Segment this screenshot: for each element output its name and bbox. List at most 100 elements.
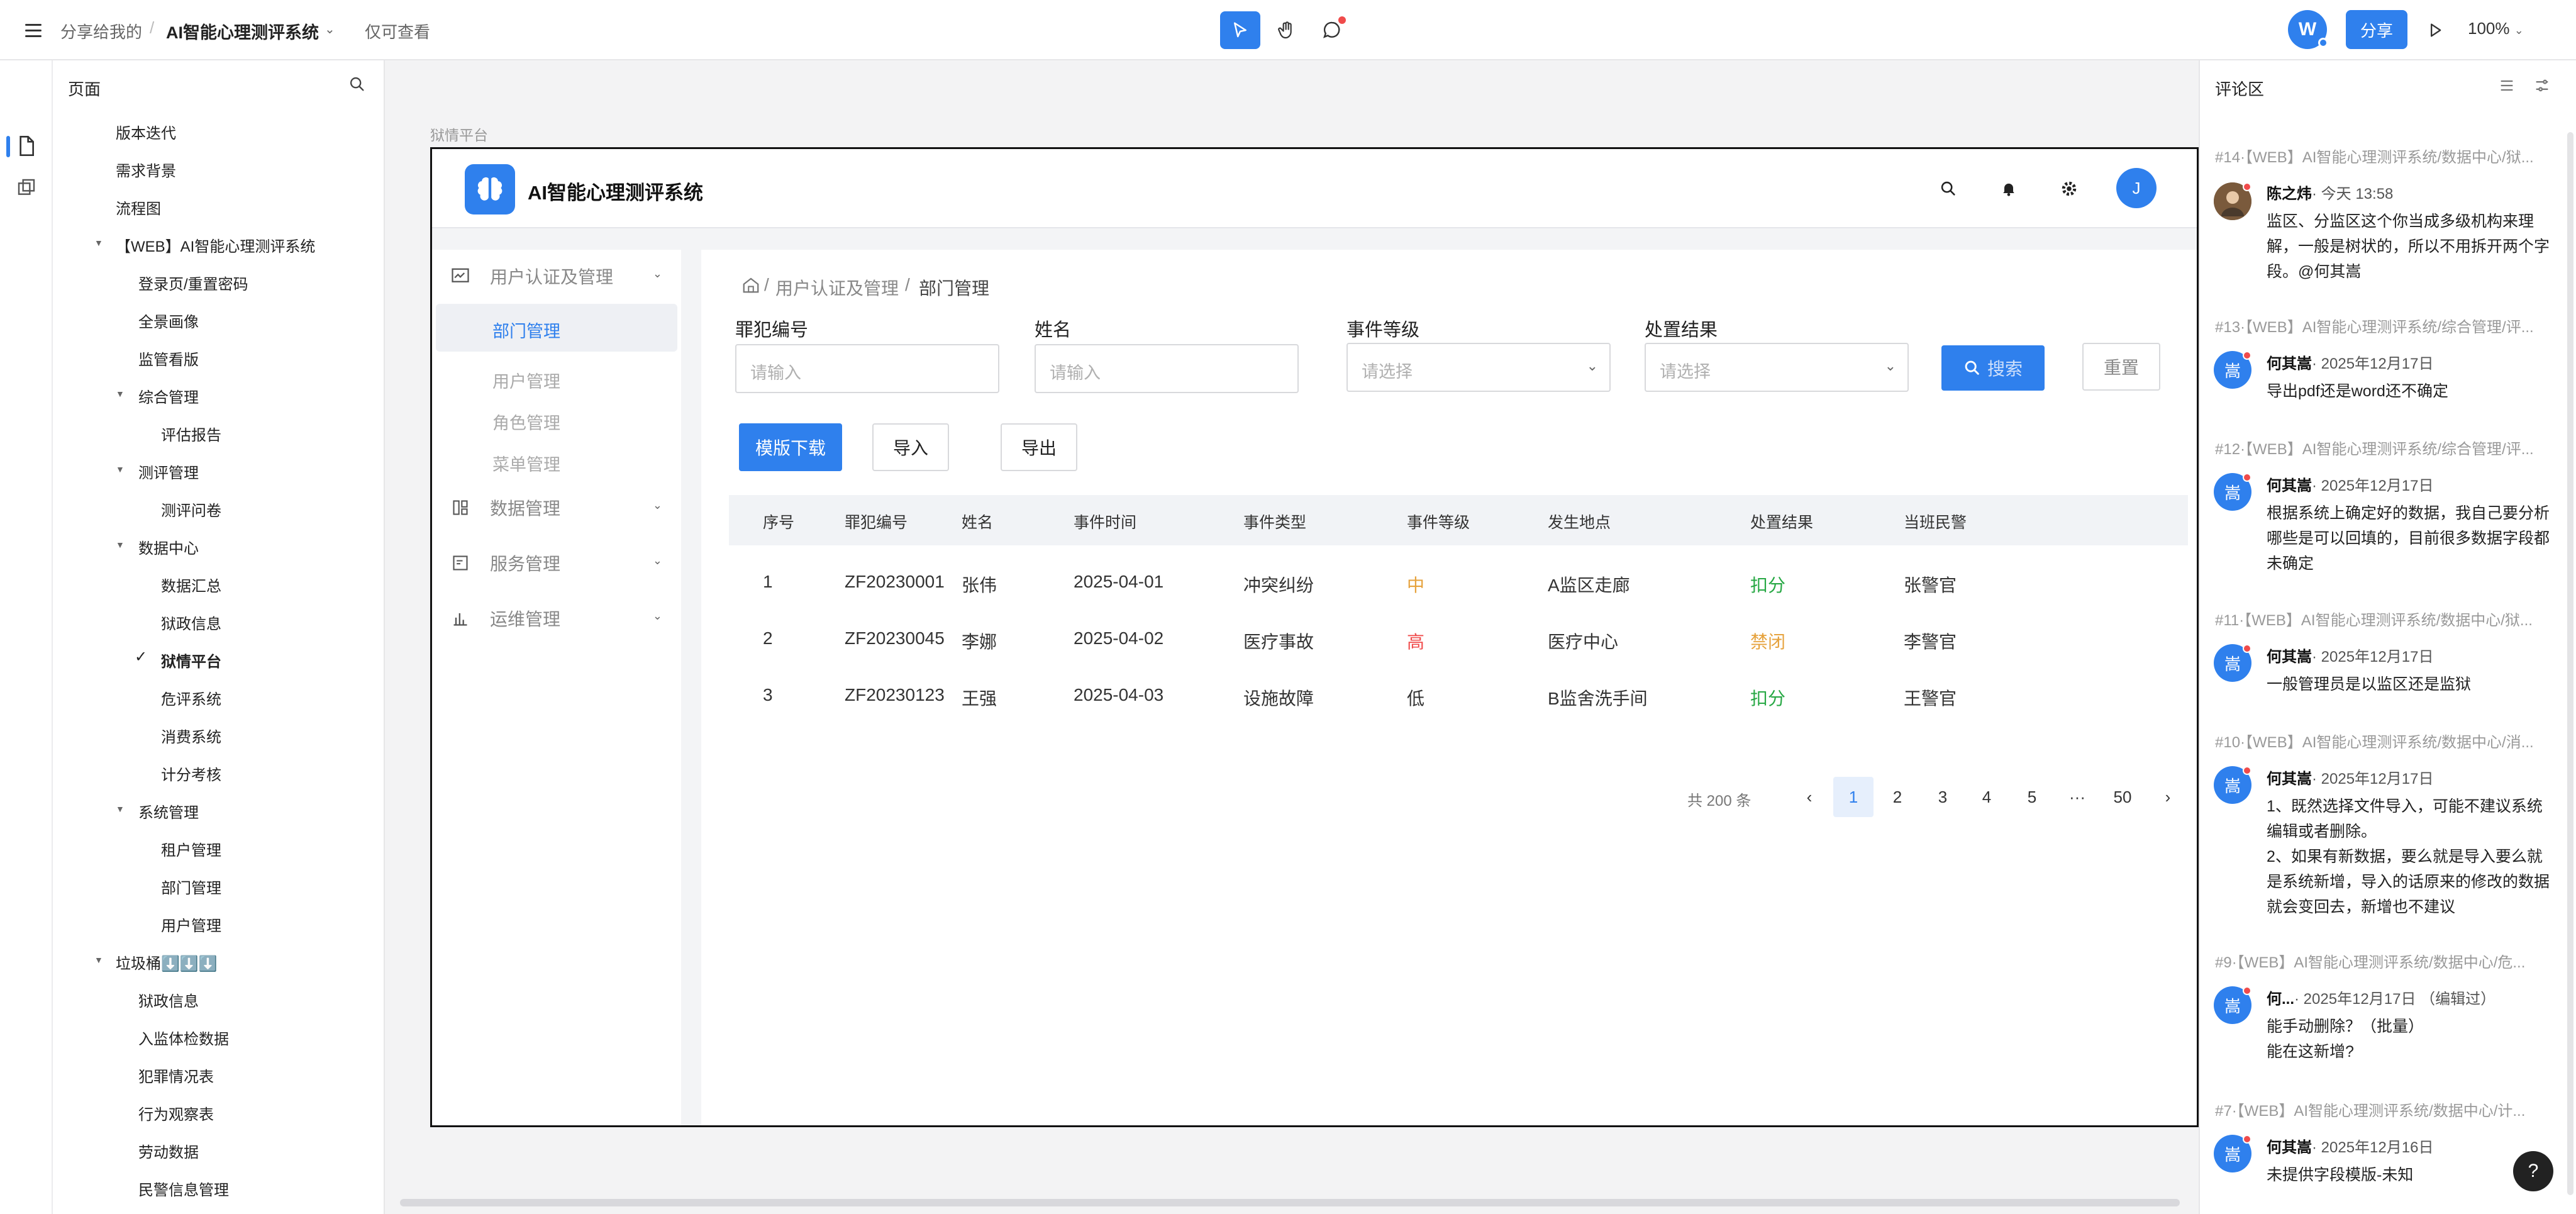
layers-icon[interactable] [16,177,36,201]
page-item[interactable]: 租户管理 [161,838,221,860]
play-icon[interactable] [2421,16,2449,44]
vertical-scrollbar[interactable] [2567,132,2573,1195]
caret-down-icon[interactable]: ▼ [116,389,125,399]
prisoner-id-input[interactable]: 请输入 [735,344,999,393]
search-button[interactable]: 搜索 [1941,345,2045,391]
pages-panel-title: 页面 [68,80,101,99]
comment-reference[interactable]: #11·【WEB】AI智能心理测评系统/数据中心/狱... [2215,608,2555,630]
menu-group-service[interactable]: 服务管理 [450,550,560,576]
home-icon[interactable] [741,276,760,297]
page-item[interactable]: 需求背景 [116,159,176,181]
caret-down-icon[interactable]: ▼ [116,540,125,550]
pagination-page[interactable]: 4 [1967,777,2007,817]
share-button[interactable]: 分享 [2346,10,2407,49]
horizontal-scrollbar[interactable] [400,1199,2180,1206]
app-title: AI智能心理测评系统 [528,182,703,204]
search-icon[interactable] [348,75,366,96]
pagination-page[interactable]: 2 [1877,777,1918,817]
pagination-page[interactable]: 50 [2102,777,2143,817]
pagination-next[interactable]: › [2148,777,2188,817]
menu-group-data[interactable]: 数据管理 [450,495,560,520]
page-icon[interactable] [16,135,36,160]
page-item[interactable]: 版本迭代 [116,121,176,143]
bell-icon[interactable] [1996,175,2022,202]
page-item[interactable]: 综合管理 [138,385,199,407]
page-item[interactable]: 危评系统 [161,687,221,709]
page-item[interactable]: 评估报告 [161,423,221,445]
hand-tool-button[interactable] [1267,11,1307,49]
page-item[interactable]: 民警信息管理 [138,1178,229,1200]
caret-down-icon[interactable]: ▼ [116,464,125,474]
caret-down-icon[interactable]: ▼ [116,804,125,814]
comment-reference[interactable]: #13·【WEB】AI智能心理测评系统/综合管理/评... [2215,315,2555,337]
user-avatar[interactable]: J [2116,168,2157,208]
page-item[interactable]: 狱政信息 [161,611,221,633]
event-level-select[interactable]: 请选择 ⌄ [1346,343,1611,392]
pagination-page[interactable]: 3 [1923,777,1963,817]
project-title[interactable]: AI智能心理测评系统 [166,19,319,43]
chevron-down-icon[interactable]: ⌄ [653,499,662,512]
breadcrumb-item[interactable]: 用户认证及管理 [775,275,899,300]
page-item[interactable]: 计分考核 [161,762,221,784]
page-item[interactable]: 消费系统 [161,725,221,747]
page-item[interactable]: 全景画像 [138,309,199,331]
chevron-down-icon[interactable]: ⌄ [653,554,662,567]
chevron-down-icon[interactable]: ⌄ [653,610,662,623]
caret-down-icon[interactable]: ▼ [94,238,103,248]
menu-item-menu[interactable]: 菜单管理 [492,451,560,476]
menu-icon[interactable] [23,19,45,42]
pagination-page[interactable]: 5 [2012,777,2052,817]
help-button[interactable]: ? [2513,1151,2553,1191]
zoom-level[interactable]: 100% ⌄ [2468,19,2524,38]
menu-group-auth[interactable]: 用户认证及管理 [450,264,613,289]
page-item[interactable]: 垃圾桶⬇️⬇️⬇️ [116,951,218,973]
menu-item-user[interactable]: 用户管理 [492,368,560,393]
comment-reference[interactable]: #7·【WEB】AI智能心理测评系统/数据中心/计... [2215,1098,2555,1120]
menu-item-role[interactable]: 角色管理 [492,409,560,434]
comment-reference[interactable]: #10·【WEB】AI智能心理测评系统/数据中心/消... [2215,730,2555,752]
list-icon[interactable] [2498,77,2516,97]
page-item[interactable]: 流程图 [116,196,161,218]
breadcrumb-shared[interactable]: 分享给我的 [60,19,142,43]
pagination-ellipsis[interactable]: ··· [2057,777,2097,817]
user-avatar[interactable]: W [2288,10,2328,49]
pagination-prev[interactable]: ‹ [1789,777,1829,817]
reset-button[interactable]: 重置 [2082,343,2160,391]
menu-group-ops[interactable]: 运维管理 [450,606,560,631]
chevron-down-icon[interactable]: ⌄ [325,21,335,37]
comment-tool-button[interactable] [1312,11,1352,49]
page-item[interactable]: 登录页/重置密码 [138,272,248,294]
page-item[interactable]: 【WEB】AI智能心理测评系统 [116,234,315,256]
page-item[interactable]: 狱政信息 [138,989,199,1011]
page-item[interactable]: 劳动数据 [138,1140,199,1162]
page-item-active[interactable]: 狱情平台 [161,649,221,671]
page-item[interactable]: 测评管理 [138,460,199,482]
search-icon[interactable] [1935,175,1962,202]
page-item[interactable]: 数据汇总 [161,574,221,596]
import-button[interactable]: 导入 [872,423,949,471]
filter-icon[interactable] [2533,77,2551,97]
page-item[interactable]: 系统管理 [138,800,199,822]
page-item[interactable]: 监管看版 [138,347,199,369]
comment-reference[interactable]: #14·【WEB】AI智能心理测评系统/数据中心/狱... [2215,145,2555,167]
comment-reference[interactable]: #9·【WEB】AI智能心理测评系统/数据中心/危... [2215,950,2555,972]
export-button[interactable]: 导出 [1001,423,1077,471]
frame-label[interactable]: 狱情平台 [430,123,488,145]
gear-icon[interactable] [2056,175,2082,202]
page-item[interactable]: 测评问卷 [161,498,221,520]
page-item[interactable]: 用户管理 [161,913,221,935]
template-download-button[interactable]: 模版下载 [739,423,842,471]
pagination-page[interactable]: 1 [1833,777,1874,817]
page-item[interactable]: 犯罪情况表 [138,1064,214,1086]
chevron-down-icon[interactable]: ⌄ [653,267,662,281]
comment-reference[interactable]: #12·【WEB】AI智能心理测评系统/综合管理/评... [2215,437,2555,459]
menu-item-dept[interactable]: 部门管理 [492,318,560,342]
page-item[interactable]: 数据中心 [138,536,199,558]
page-item[interactable]: 行为观察表 [138,1102,214,1124]
page-item[interactable]: 入监体检数据 [138,1027,229,1049]
page-item[interactable]: 部门管理 [161,876,221,898]
name-input[interactable]: 请输入 [1035,344,1299,393]
select-tool-button[interactable] [1220,11,1260,49]
result-select[interactable]: 请选择 ⌄ [1645,343,1909,392]
caret-down-icon[interactable]: ▼ [94,955,103,965]
